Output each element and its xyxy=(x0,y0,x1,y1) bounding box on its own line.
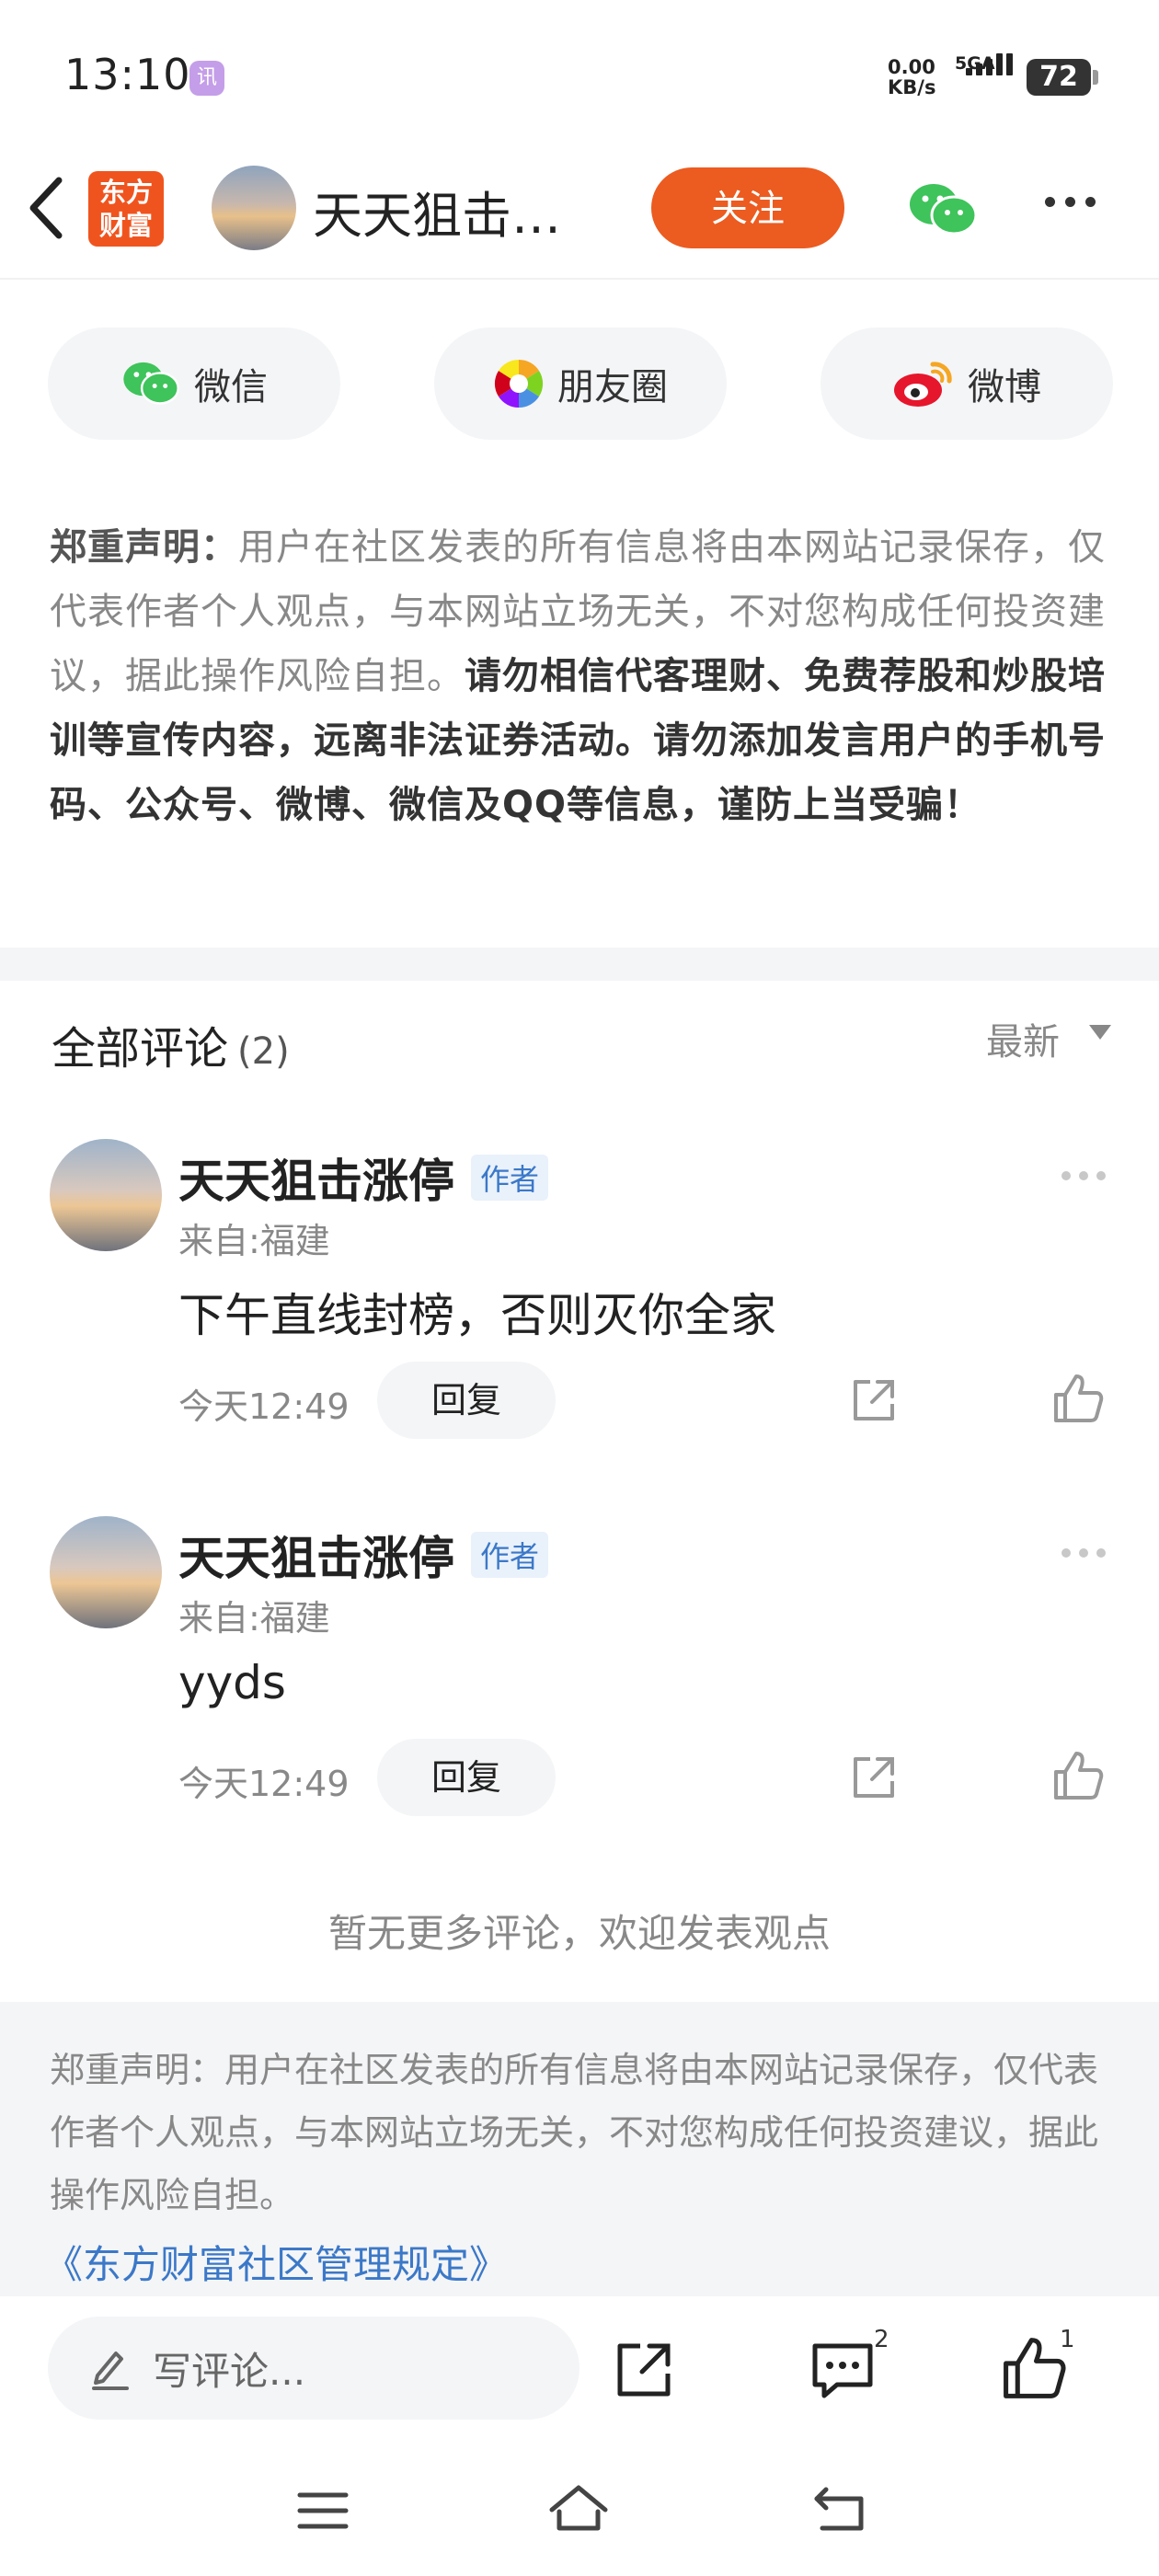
share-wechat-label: 微信 xyxy=(194,366,268,408)
toolbar-comment-icon[interactable] xyxy=(809,2337,876,2407)
share-weibo-label: 微博 xyxy=(968,366,1041,408)
author-badge: 作者 xyxy=(471,1155,549,1201)
comment-count-badge: 2 xyxy=(874,2326,889,2353)
more-options-icon[interactable] xyxy=(1045,193,1106,211)
battery-tip xyxy=(1093,70,1098,85)
comment-location: 来自:福建 xyxy=(178,1221,330,1261)
weibo-icon xyxy=(894,362,952,407)
sort-dropdown[interactable]: 最新 xyxy=(986,1012,1060,1065)
menu-icon[interactable] xyxy=(296,2490,350,2536)
comment-location: 来自:福建 xyxy=(178,1598,330,1639)
disclaimer: 郑重声明：用户在社区发表的所有信息将由本网站记录保存，仅代表作者个人观点，与本网… xyxy=(50,515,1117,837)
comment-time: 今天12:49 xyxy=(178,1386,350,1427)
battery-icon: 72 xyxy=(1027,59,1091,96)
wechat-share-icon[interactable] xyxy=(906,180,980,243)
caret-down-icon[interactable] xyxy=(1089,1025,1111,1040)
no-more-comments: 暂无更多评论，欢迎发表观点 xyxy=(327,1911,831,1956)
network-speed: 0.00 KB/s xyxy=(888,57,935,98)
comment-author[interactable]: 天天狙击涨停 xyxy=(178,1144,454,1211)
like-icon[interactable] xyxy=(1050,1748,1106,1807)
comments-title: 全部评论 xyxy=(52,1023,229,1075)
share-moments-button[interactable]: 朋友圈 xyxy=(434,328,727,440)
follow-button[interactable]: 关注 xyxy=(651,167,844,248)
toolbar-like-icon[interactable] xyxy=(999,2333,1069,2407)
comment-author[interactable]: 天天狙击涨停 xyxy=(178,1522,454,1588)
home-icon[interactable] xyxy=(546,2482,611,2537)
comment-input[interactable]: 写评论... xyxy=(48,2317,580,2420)
back-button[interactable] xyxy=(26,171,66,245)
notification-app-icon: 讯 xyxy=(189,61,224,96)
comment-avatar[interactable] xyxy=(50,1139,162,1251)
footer-disclaimer: 郑重声明：用户在社区发表的所有信息将由本网站记录保存，仅代表作者个人观点，与本网… xyxy=(50,2050,1099,2215)
author-avatar[interactable] xyxy=(212,166,296,250)
page-title[interactable]: 天天狙击… xyxy=(313,175,561,247)
logo-line2: 财富 xyxy=(98,210,153,241)
comments-count: (2) xyxy=(237,1030,290,1073)
moments-icon xyxy=(494,359,544,408)
like-count-badge: 1 xyxy=(1060,2326,1075,2353)
share-weibo-button[interactable]: 微博 xyxy=(820,328,1113,440)
like-icon[interactable] xyxy=(1050,1371,1106,1430)
network-speed-unit: KB/s xyxy=(888,76,936,98)
toolbar-share-icon[interactable] xyxy=(611,2337,677,2407)
comment-text: yyds xyxy=(178,1656,286,1709)
back-nav-icon[interactable] xyxy=(809,2484,868,2537)
community-rules-link[interactable]: 《东方财富社区管理规定》 xyxy=(44,2234,508,2290)
share-wechat-button[interactable]: 微信 xyxy=(48,328,340,440)
eastmoney-logo[interactable]: 东方 财富 xyxy=(88,171,164,247)
comment-more-icon[interactable] xyxy=(1061,1544,1114,1561)
reply-button[interactable]: 回复 xyxy=(377,1362,556,1439)
comment-avatar[interactable] xyxy=(50,1516,162,1628)
reply-button[interactable]: 回复 xyxy=(377,1739,556,1816)
share-icon[interactable] xyxy=(848,1374,900,1430)
author-badge: 作者 xyxy=(471,1532,549,1578)
pencil-icon xyxy=(92,2352,129,2390)
back-arrow-icon xyxy=(29,177,63,239)
header-divider xyxy=(0,278,1159,280)
comment-author-row: 天天狙击涨停 作者 xyxy=(178,1144,549,1211)
status-time: 13:10 xyxy=(64,50,191,99)
share-moments-label: 朋友圈 xyxy=(557,366,668,408)
comment-text: 下午直线封榜，否则灭你全家 xyxy=(178,1289,776,1342)
wechat-icon xyxy=(123,362,179,405)
logo-line1: 东方 xyxy=(98,177,153,208)
comment-placeholder: 写评论... xyxy=(153,2348,306,2394)
comments-header: 全部评论 (2) xyxy=(52,1012,290,1076)
section-separator xyxy=(0,948,1159,981)
share-icon[interactable] xyxy=(848,1752,900,1807)
disclaimer-label: 郑重声明： xyxy=(50,526,238,569)
comment-time: 今天12:49 xyxy=(178,1764,350,1804)
network-speed-value: 0.00 xyxy=(888,56,935,78)
comment-author-row: 天天狙击涨停 作者 xyxy=(178,1522,549,1588)
comment-more-icon[interactable] xyxy=(1061,1167,1114,1184)
